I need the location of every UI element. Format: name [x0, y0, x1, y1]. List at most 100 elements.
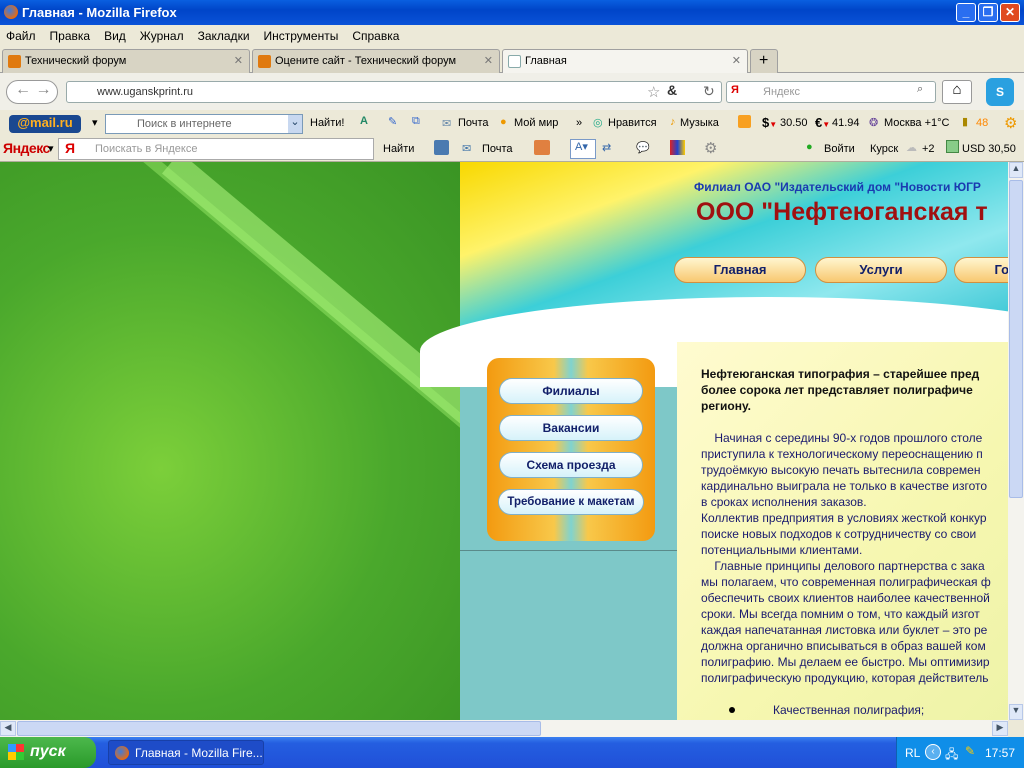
tab-home[interactable]: Главная ✕: [502, 49, 748, 74]
scroll-up-icon[interactable]: ▲: [1009, 162, 1023, 178]
horizontal-scrollbar[interactable]: ◀ ▶: [0, 720, 1008, 737]
close-button[interactable]: ✕: [1000, 3, 1020, 22]
weather-link[interactable]: Москва +1°C: [884, 117, 950, 129]
like-link[interactable]: Нравится: [608, 117, 657, 129]
new-tab-button[interactable]: +: [750, 49, 778, 73]
vertical-scrollbar[interactable]: ▲ ▼: [1008, 162, 1024, 720]
nav-services[interactable]: Услуги: [815, 257, 947, 283]
side-layout-requirements[interactable]: Требование к макетам: [498, 489, 644, 515]
comment-icon[interactable]: 💬: [636, 141, 650, 154]
money-icon[interactable]: [534, 140, 550, 155]
highlight-icon[interactable]: ✎: [388, 115, 397, 128]
yandex-logo[interactable]: Яндекс: [3, 140, 50, 156]
reload-icon[interactable]: ↻: [703, 83, 715, 100]
side-vacancies[interactable]: Вакансии: [499, 415, 643, 441]
background-green: [0, 162, 502, 720]
language-indicator[interactable]: RL: [905, 746, 920, 760]
pen-icon[interactable]: ✎: [965, 744, 975, 758]
spellcheck-icon[interactable]: ⇄: [602, 141, 611, 154]
yandex-icon: Я: [65, 140, 76, 156]
mail-link[interactable]: Почта: [458, 117, 489, 129]
close-tab-icon[interactable]: ✕: [234, 54, 243, 67]
temperature[interactable]: +2: [922, 143, 935, 155]
start-button[interactable]: пуск: [0, 737, 96, 768]
bookmark-star-icon[interactable]: ☆: [647, 83, 660, 101]
eur-rate[interactable]: 41.94: [832, 117, 860, 129]
minimize-button[interactable]: _: [956, 3, 976, 22]
widgets-icon[interactable]: [670, 140, 685, 155]
city-link[interactable]: Курск: [870, 143, 898, 155]
scroll-right-icon[interactable]: ▶: [992, 721, 1008, 736]
menu-file[interactable]: Файл: [6, 29, 36, 47]
taskbar-firefox[interactable]: Главная - Mozilla Fire...: [108, 740, 264, 765]
network-icon[interactable]: 🖧: [945, 745, 958, 766]
settings-icon[interactable]: ⚙: [1004, 114, 1017, 132]
dropdown-icon[interactable]: ▾: [92, 116, 98, 129]
usd-rate-yandex[interactable]: USD 30,50: [962, 143, 1016, 155]
forum-icon: [8, 55, 21, 68]
usd-rate[interactable]: 30.50: [780, 117, 808, 129]
list-item: Качественная полиграфия;: [701, 702, 1008, 718]
yandex-icon: Я: [731, 84, 739, 96]
navigation-bar: ← → www.uganskprint.ru ☆ & ↻ Я Яндекс ⌕ ⌂ …: [0, 73, 1024, 110]
side-branches[interactable]: Филиалы: [499, 378, 643, 404]
search-icon[interactable]: ⌕: [917, 83, 923, 96]
close-tab-icon[interactable]: ✕: [484, 54, 493, 67]
ampersand-icon[interactable]: &: [667, 82, 677, 98]
myworld-link[interactable]: Мой мир: [514, 117, 558, 129]
mailru-toolbar: @mail.ru ▾ Поиск в интернете ⌄ Найти! A ✎…: [0, 110, 1024, 137]
euro-icon: €▼: [815, 115, 831, 130]
clock[interactable]: 17:57: [985, 746, 1015, 760]
system-tray: RL ‹ 🖧 ✎ 17:57: [896, 737, 1024, 768]
bookmarks-icon[interactable]: [434, 140, 449, 155]
show-hidden-icons[interactable]: ‹: [925, 744, 941, 760]
menu-tools[interactable]: Инструменты: [264, 29, 339, 47]
dollar-icon: $▼: [762, 115, 778, 130]
games-icon[interactable]: [738, 115, 751, 128]
menu-help[interactable]: Справка: [352, 29, 399, 47]
scroll-left-icon[interactable]: ◀: [0, 721, 16, 736]
windows-logo-icon: [8, 744, 24, 760]
menu-edit[interactable]: Правка: [50, 29, 91, 47]
translate-icon[interactable]: A▾: [570, 139, 596, 159]
side-directions[interactable]: Схема проезда: [499, 452, 643, 478]
scroll-thumb-horizontal[interactable]: [17, 721, 541, 736]
music-link[interactable]: Музыка: [680, 117, 719, 129]
scroll-down-icon[interactable]: ▼: [1009, 704, 1023, 720]
yandex-toolbar: Яндекс ▾ Я Поискать в Яндексе Найти ✉ Поч…: [0, 137, 1024, 162]
chevron-down-icon[interactable]: ⌄: [288, 115, 302, 133]
zoom-page-icon[interactable]: ⧉: [412, 115, 420, 128]
more-button[interactable]: »: [576, 117, 582, 129]
yandex-find-button[interactable]: Найти: [383, 143, 414, 155]
forum-icon: [258, 55, 271, 68]
tab-rate-site[interactable]: Оцените сайт - Технический форум ✕: [252, 49, 500, 73]
close-tab-icon[interactable]: ✕: [732, 54, 741, 67]
scroll-thumb[interactable]: [1009, 180, 1023, 498]
maximize-button[interactable]: ❐: [978, 3, 998, 22]
back-forward-button[interactable]: ← →: [6, 80, 58, 104]
nav-home[interactable]: Главная: [674, 257, 806, 283]
menu-history[interactable]: Журнал: [140, 29, 184, 47]
mailru-search-input[interactable]: Поиск в интернете ⌄: [105, 114, 303, 134]
mail-icon: ✉: [462, 143, 472, 155]
gear-icon[interactable]: ⚙: [704, 139, 717, 157]
font-size-icon[interactable]: A: [360, 115, 368, 127]
yandex-search-input[interactable]: Я Поискать в Яндексе: [58, 138, 374, 160]
nav-ready[interactable]: Готовая: [954, 257, 1008, 283]
menu-bookmarks[interactable]: Закладки: [198, 29, 250, 47]
search-input[interactable]: Я Яндекс ⌕: [726, 81, 936, 103]
dropdown-icon[interactable]: ▾: [48, 142, 54, 155]
cloud-icon: ☁: [906, 142, 917, 154]
yandex-mail-link[interactable]: Почта: [482, 143, 513, 155]
menu-view[interactable]: Вид: [104, 29, 126, 47]
mailru-logo[interactable]: @mail.ru: [9, 115, 81, 133]
home-button[interactable]: ⌂: [942, 80, 972, 104]
mailru-find-button[interactable]: Найти!: [310, 117, 344, 129]
traffic-score[interactable]: 48: [976, 117, 988, 129]
login-button[interactable]: Войти: [824, 143, 855, 155]
url-input[interactable]: www.uganskprint.ru ☆ & ↻: [66, 81, 722, 103]
traffic-light-icon: ▮: [962, 116, 969, 128]
site-header: Филиал ОАО "Издательский дом "Новости ЮГ…: [420, 162, 1008, 387]
tab-tech-forum[interactable]: Технический форум ✕: [2, 49, 250, 73]
skype-icon[interactable]: S: [986, 78, 1014, 106]
